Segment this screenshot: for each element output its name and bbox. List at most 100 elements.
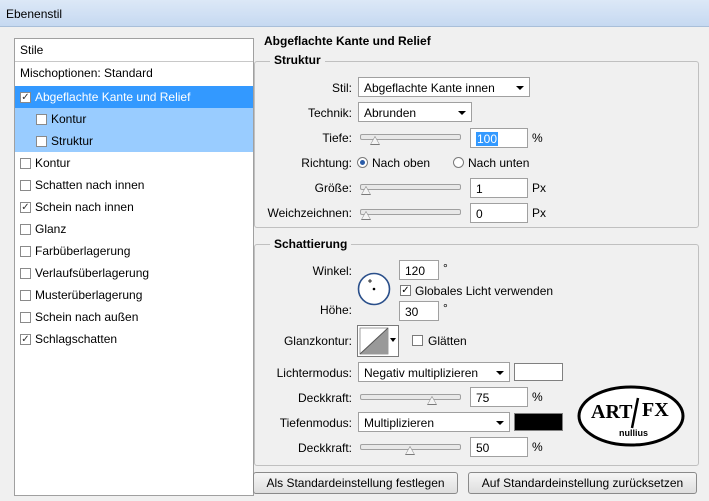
depth-input[interactable]: 100 (470, 128, 528, 148)
style-select[interactable]: Abgeflachte Kante innen (358, 77, 530, 97)
style-item[interactable]: ✓ Schein nach innen (15, 196, 253, 218)
technique-select[interactable]: Abrunden (358, 102, 472, 122)
make-default-button[interactable]: Als Standardeinstellung festlegen (253, 472, 458, 494)
style-item-checkbox[interactable] (20, 268, 31, 279)
style-item-label: Verlaufsüberlagerung (35, 266, 150, 280)
style-item[interactable]: Schein nach außen (15, 306, 253, 328)
blending-options-item[interactable]: Mischoptionen: Standard (15, 62, 253, 84)
angle-input[interactable]: 120 (399, 260, 439, 280)
style-item[interactable]: Verlaufsüberlagerung (15, 262, 253, 284)
size-slider-thumb[interactable] (361, 186, 371, 195)
highlight-opacity-slider[interactable] (360, 394, 461, 400)
antialias-label: Glätten (428, 334, 467, 348)
style-item-checkbox[interactable]: ✓ (20, 202, 31, 213)
antialias-checkbox[interactable] (412, 335, 423, 346)
style-item[interactable]: ✓ Abgeflachte Kante und Relief (15, 86, 253, 108)
soften-input[interactable]: 0 (470, 203, 528, 223)
style-item-label: Schein nach außen (35, 310, 139, 324)
shadow-color-swatch[interactable] (514, 413, 563, 431)
depth-unit: % (532, 131, 543, 145)
gloss-contour-label: Glanzkontur: (283, 334, 352, 348)
angle-value: 120 (405, 264, 426, 278)
direction-down-label: Nach unten (468, 156, 530, 170)
style-item-checkbox[interactable] (36, 136, 47, 147)
style-item-label: Musterüberlagerung (35, 288, 143, 302)
style-item-checkbox[interactable] (20, 224, 31, 235)
highlight-color-swatch[interactable] (514, 363, 563, 381)
style-item[interactable]: Schatten nach innen (15, 174, 253, 196)
shading-title: Schattierung (270, 237, 352, 251)
highlight-opacity-thumb[interactable] (427, 396, 437, 405)
chevron-down-icon (496, 421, 504, 425)
style-item-checkbox[interactable] (20, 158, 31, 169)
style-item-label: Glanz (35, 222, 67, 236)
size-label: Größe: (314, 181, 352, 195)
shadow-mode-value: Multiplizieren (364, 416, 435, 430)
technique-select-value: Abrunden (364, 106, 417, 120)
size-value: 1 (476, 182, 483, 196)
soften-value: 0 (476, 207, 483, 221)
global-light-label: Globales Licht verwenden (415, 284, 554, 298)
style-item-checkbox[interactable]: ✓ (20, 92, 31, 103)
angle-label: Winkel: (312, 264, 352, 278)
svg-text:ART: ART (591, 401, 633, 423)
style-label: Stil: (331, 81, 352, 95)
highlight-mode-value: Negativ multiplizieren (364, 366, 479, 380)
depth-label: Tiefe: (322, 131, 352, 145)
highlight-opacity-unit: % (532, 390, 543, 404)
style-item-checkbox[interactable] (20, 246, 31, 257)
svg-text:nullius: nullius (619, 428, 648, 438)
technique-label: Technik: (307, 106, 352, 120)
highlight-mode-label: Lichtermodus: (276, 366, 352, 380)
altitude-input[interactable]: 30 (399, 301, 439, 321)
shadow-opacity-unit: % (532, 440, 543, 454)
styles-header[interactable]: Stile (15, 39, 253, 62)
style-item-checkbox[interactable] (20, 290, 31, 301)
shadow-opacity-thumb[interactable] (405, 446, 415, 455)
title-bar: Ebenenstil (0, 0, 709, 27)
highlight-opacity-label: Deckkraft: (297, 391, 352, 405)
highlight-opacity-input[interactable]: 75 (470, 387, 528, 407)
altitude-label: Höhe: (319, 303, 352, 317)
style-item-checkbox[interactable] (20, 312, 31, 323)
style-item[interactable]: Glanz (15, 218, 253, 240)
direction-down-radio[interactable] (453, 157, 464, 168)
direction-label: Richtung: (301, 156, 352, 170)
style-item[interactable]: Kontur (15, 108, 253, 130)
direction-up-label: Nach oben (372, 156, 431, 170)
chevron-down-icon (390, 338, 396, 342)
style-item-checkbox[interactable] (36, 114, 47, 125)
angle-dial[interactable] (357, 272, 391, 306)
shadow-opacity-input[interactable]: 50 (470, 437, 528, 457)
direction-up-radio[interactable] (357, 157, 368, 168)
gloss-contour-picker[interactable] (357, 325, 399, 357)
soften-slider[interactable] (360, 209, 461, 215)
global-light-checkbox[interactable]: ✓ (400, 285, 411, 296)
depth-value: 100 (476, 132, 499, 146)
altitude-value: 30 (405, 305, 419, 319)
style-item[interactable]: Farbüberlagerung (15, 240, 253, 262)
window-title: Ebenenstil (6, 7, 63, 21)
style-item-label: Kontur (35, 156, 71, 170)
structure-title: Struktur (270, 53, 325, 67)
style-item[interactable]: Musterüberlagerung (15, 284, 253, 306)
depth-slider-thumb[interactable] (370, 136, 380, 145)
shadow-mode-select[interactable]: Multiplizieren (358, 412, 510, 432)
style-item-label: Schatten nach innen (35, 178, 145, 192)
angle-unit: ° (443, 261, 448, 275)
shadow-mode-label: Tiefenmodus: (279, 416, 352, 430)
style-item-checkbox[interactable] (20, 180, 31, 191)
reset-default-button[interactable]: Auf Standardeinstellung zurücksetzen (468, 472, 697, 494)
style-item[interactable]: Kontur (15, 152, 253, 174)
soften-slider-thumb[interactable] (361, 211, 371, 220)
size-input[interactable]: 1 (470, 178, 528, 198)
highlight-mode-select[interactable]: Negativ multiplizieren (358, 362, 510, 382)
size-slider[interactable] (360, 184, 461, 190)
style-item-label: Schlagschatten (35, 332, 118, 346)
styles-list: Stile Mischoptionen: Standard ✓ Abgeflach… (14, 38, 254, 496)
style-item[interactable]: Struktur (15, 130, 253, 152)
shadow-opacity-label: Deckkraft: (297, 441, 352, 455)
style-item[interactable]: ✓ Schlagschatten (15, 328, 253, 350)
style-item-checkbox[interactable]: ✓ (20, 334, 31, 345)
soften-unit: Px (532, 206, 547, 220)
